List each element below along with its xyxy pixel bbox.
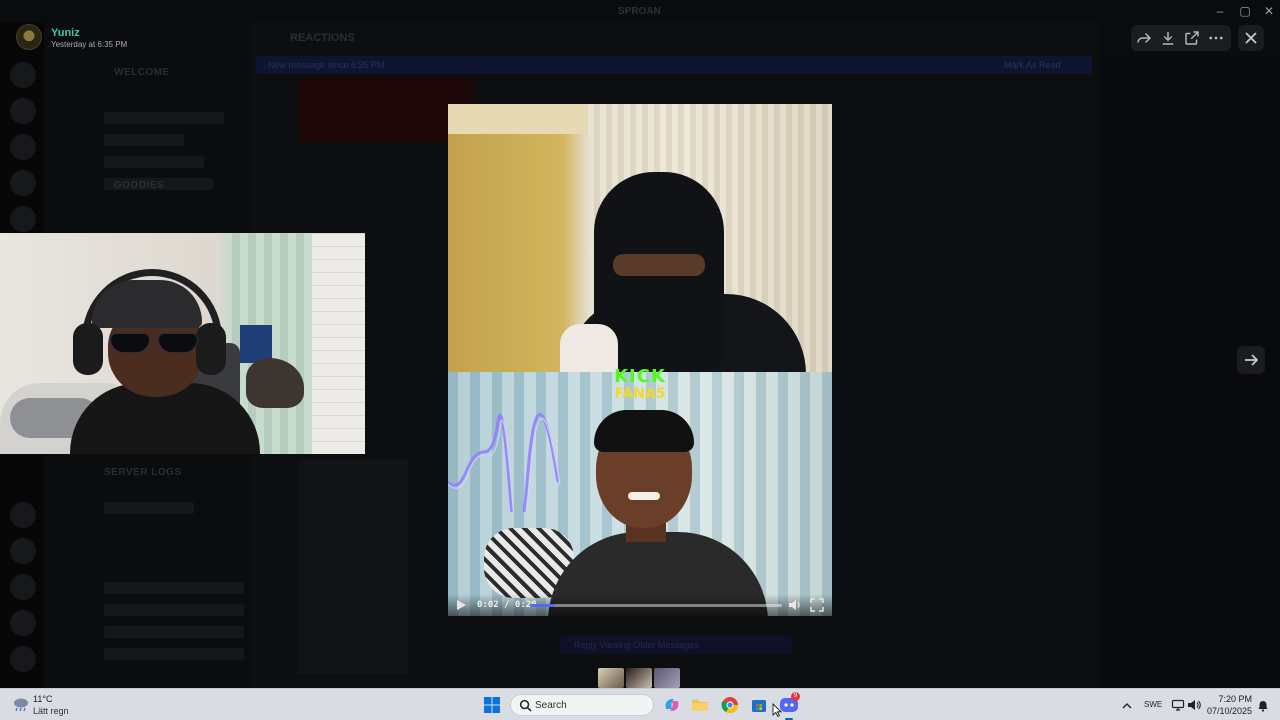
video-progress-bar[interactable] xyxy=(530,604,782,607)
server-icon[interactable] xyxy=(10,62,36,88)
video-bottom-frame: KICK FANA5 xyxy=(448,366,832,616)
channel-item[interactable] xyxy=(104,502,194,514)
discord-icon[interactable]: 9 xyxy=(779,692,800,720)
kick-logo-text: KICK xyxy=(614,366,666,387)
taskbar-search[interactable]: Search xyxy=(510,694,654,716)
clock-date[interactable]: 07/10/2025 xyxy=(1204,706,1252,716)
server-icon[interactable] xyxy=(10,98,36,124)
notification-bell-icon[interactable] xyxy=(1257,699,1269,712)
clock-time[interactable]: 7:20 PM xyxy=(1210,694,1252,704)
channel-item[interactable] xyxy=(104,134,184,146)
composer-text: Reply Viewing Older Messages xyxy=(574,640,699,650)
chevron-up-icon[interactable] xyxy=(1121,699,1133,711)
video-time: 0:02 / 0:20 xyxy=(477,600,537,610)
discord-notification-badge: 9 xyxy=(791,692,800,701)
server-icon[interactable] xyxy=(10,502,36,528)
volume-icon[interactable] xyxy=(788,598,802,612)
chat-attachment[interactable] xyxy=(298,460,408,674)
maximize-icon[interactable]: ▢ xyxy=(1233,3,1257,19)
server-icon[interactable] xyxy=(10,206,36,232)
download-icon[interactable] xyxy=(1159,29,1177,47)
author-avatar[interactable] xyxy=(16,24,42,50)
copilot-icon[interactable] xyxy=(662,695,682,715)
window-title: SPROAN xyxy=(618,6,661,17)
video-progress-fill xyxy=(530,604,556,607)
server-icon[interactable] xyxy=(10,574,36,600)
media-toolbar xyxy=(1131,25,1231,51)
volume-icon[interactable] xyxy=(1187,698,1201,712)
file-explorer-icon[interactable] xyxy=(690,695,710,715)
network-icon[interactable] xyxy=(1171,698,1185,712)
chrome-icon[interactable] xyxy=(720,695,740,715)
channel-item[interactable] xyxy=(104,648,244,660)
more-icon[interactable] xyxy=(1207,29,1225,47)
webcam-overlay-image xyxy=(0,233,365,454)
category-server-logs[interactable]: SERVER LOGS xyxy=(104,467,182,478)
play-icon[interactable] xyxy=(454,598,468,612)
new-messages-text: New message since 6:35 PM xyxy=(268,60,385,70)
close-icon[interactable] xyxy=(1238,25,1264,51)
weather-rain-icon[interactable] xyxy=(12,697,30,713)
forward-icon[interactable] xyxy=(1135,29,1153,47)
fullscreen-icon[interactable] xyxy=(810,598,824,612)
channel-item[interactable] xyxy=(104,112,224,124)
streamer-name-text: FANA5 xyxy=(614,386,666,402)
server-icon[interactable] xyxy=(10,646,36,672)
category-welcome[interactable]: WELCOME xyxy=(114,67,170,78)
server-icon[interactable] xyxy=(10,538,36,564)
channel-item[interactable] xyxy=(104,156,204,168)
search-icon xyxy=(519,699,532,712)
server-icon[interactable] xyxy=(10,134,36,160)
thumbnail-3[interactable] xyxy=(654,668,680,688)
mouse-cursor-icon xyxy=(772,703,782,717)
thumbnail-2[interactable] xyxy=(626,668,652,688)
thumbnail-1[interactable] xyxy=(598,668,624,688)
windows-taskbar: 11°C Lätt regn Search 9 SWE 7:20 PM 07/1… xyxy=(0,688,1280,720)
video-player[interactable]: KICK FANA5 0:02 / 0:20 xyxy=(448,104,832,616)
store-icon[interactable] xyxy=(749,695,769,715)
server-icon[interactable] xyxy=(10,610,36,636)
weather-temp[interactable]: 11°C xyxy=(33,694,52,704)
mark-as-read-button[interactable]: Mark As Read xyxy=(1004,60,1061,70)
channel-item[interactable] xyxy=(104,582,244,594)
screen: SPROAN – ▢ ✕ WELCOME GOODIES SERVER LOGS… xyxy=(0,0,1280,720)
video-controls: 0:02 / 0:20 xyxy=(448,594,832,616)
arrow-right-icon[interactable] xyxy=(1237,346,1265,374)
minimize-icon[interactable]: – xyxy=(1208,3,1232,19)
windows-start-icon[interactable] xyxy=(484,697,500,713)
window-close-icon[interactable]: ✕ xyxy=(1257,3,1280,19)
message-timestamp: Yesterday at 6:35 PM xyxy=(51,40,128,49)
category-goodies[interactable]: GOODIES xyxy=(114,180,164,191)
channel-header: REACTIONS xyxy=(290,32,355,44)
search-placeholder: Search xyxy=(535,700,567,711)
weather-condition[interactable]: Lätt regn xyxy=(33,706,69,716)
channel-item[interactable] xyxy=(104,626,244,638)
channel-item[interactable] xyxy=(104,604,244,616)
author-name[interactable]: Yuniz xyxy=(51,27,80,39)
language-indicator[interactable]: SWE xyxy=(1144,700,1162,709)
server-icon[interactable] xyxy=(10,170,36,196)
video-top-frame xyxy=(448,104,832,374)
open-external-icon[interactable] xyxy=(1183,29,1201,47)
